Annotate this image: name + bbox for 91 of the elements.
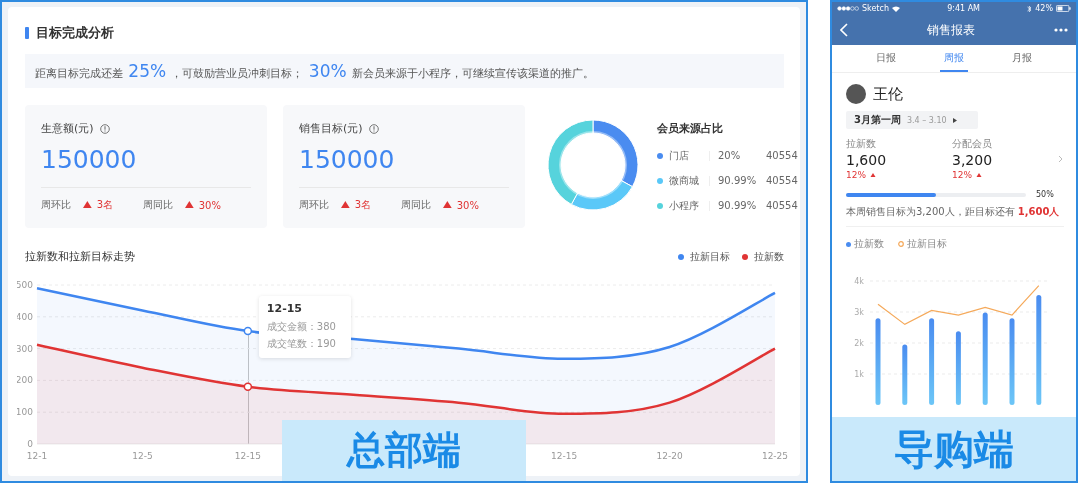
data-point (243, 326, 253, 336)
legend-item: 拉新目标 (678, 250, 730, 264)
tab[interactable]: 周报 (940, 45, 968, 72)
up-triangle-icon (443, 201, 452, 209)
y-axis-label: 400 (17, 311, 33, 322)
comparison-label: 周同比 (401, 198, 432, 212)
comparison-label: 周同比 (143, 198, 174, 212)
target-note: 本周销售目标为3,200人，距目标还有 1,600人 (846, 205, 1061, 218)
x-axis-label: 12-1 (26, 451, 48, 461)
x-axis-label: 12-15 (551, 451, 578, 461)
stat-label: 分配会员 (952, 137, 993, 151)
legend-count: 40554 (766, 200, 798, 211)
y-axis-label: 300 (17, 343, 33, 354)
y-axis-label: 100 (17, 407, 33, 418)
legend-title: 会员来源占比 (657, 120, 724, 136)
battery-icon (1056, 5, 1071, 12)
legend-percent: 90.99% (718, 175, 758, 186)
caret-icon (952, 117, 957, 123)
x-axis-label: 12-20 (656, 451, 683, 461)
more-icon[interactable] (1054, 28, 1068, 32)
stat-value: 1,600 (846, 152, 888, 168)
title-accent-bar (25, 27, 29, 39)
metric-label: 生意额(元) (41, 121, 94, 136)
y-axis-label: 0 (27, 439, 33, 449)
stat-change: 12% (846, 170, 866, 180)
wifi-icon (891, 5, 900, 12)
signal-icon (837, 6, 859, 11)
x-axis-label: 12-15 (234, 451, 261, 461)
period-label: 3月第一周 (854, 113, 901, 127)
legend-name: 微商城 (669, 173, 700, 188)
clock-text: 9:41 AM (947, 4, 981, 13)
tab[interactable]: 日报 (872, 45, 900, 72)
overlay-label: 总部端 (282, 420, 526, 481)
metric-label: 销售目标(元) (299, 121, 363, 136)
tooltip-line: 成交金额：380 (266, 320, 337, 334)
comparison-value: 30% (456, 199, 479, 211)
ring-icon (898, 241, 904, 247)
up-triangle-icon (870, 172, 876, 178)
user-name: 王伦 (873, 84, 903, 104)
up-triangle-icon (976, 172, 982, 178)
bluetooth-icon (1027, 4, 1033, 13)
metric-value: 150000 (299, 145, 396, 174)
period-range: 3.4 – 3.10 (906, 115, 947, 125)
legend-name: 门店 (669, 148, 690, 163)
metric-value: 150000 (41, 145, 138, 174)
dot-icon (846, 241, 851, 247)
summary-text: 距离目标完成还差 25% ，可鼓励营业员冲刺目标； 30% 新会员来源于小程序，可继续宣传该渠道的推广。 (35, 61, 594, 81)
legend-item: 拉新数 (846, 237, 884, 251)
legend-name: 小程序 (669, 198, 700, 213)
y-axis-label: 200 (17, 375, 33, 386)
legend-count: 40554 (766, 150, 798, 161)
bar (902, 344, 908, 405)
y-axis-label: 3k (854, 308, 864, 317)
legend-percent: 20% (718, 150, 742, 161)
stat-value: 3,200 (952, 152, 994, 168)
y-axis-label: 1k (854, 370, 864, 379)
comparison-label: 周环比 (41, 198, 71, 212)
x-axis-label: 12-25 (761, 451, 789, 461)
nav-title: 销售报表 (927, 21, 975, 39)
legend-percent: 90.99% (718, 200, 758, 211)
avatar (846, 84, 866, 104)
legend-item: 拉新数 (742, 250, 784, 264)
comparison-value: 30% (198, 199, 221, 211)
up-triangle-icon (83, 201, 92, 209)
progress-reading: 50% (1036, 190, 1054, 199)
y-axis-label: 500 (17, 280, 33, 290)
legend-count: 40554 (766, 175, 798, 186)
section-title: 目标完成分析 (36, 24, 114, 42)
carrier-text: Sketch (862, 4, 889, 13)
info-icon (368, 123, 379, 134)
up-triangle-icon (341, 201, 350, 209)
stat-change: 12% (952, 170, 972, 180)
battery-text: 42% (1035, 4, 1053, 13)
stat-label: 拉新数 (846, 137, 877, 151)
up-triangle-icon (185, 201, 194, 209)
tooltip-title: 12-15 (266, 302, 304, 315)
period-selector[interactable]: 3月第一周 3.4 – 3.10 (846, 111, 978, 129)
tooltip-line: 成交笔数：190 (266, 337, 337, 351)
overlay-label: 导购端 (832, 417, 1076, 481)
legend-item: 拉新目标 (898, 237, 947, 251)
y-axis-label: 2k (854, 339, 864, 348)
back-icon[interactable] (840, 23, 848, 37)
chart-title: 拉新数和拉新目标走势 (25, 250, 135, 264)
info-icon (99, 123, 110, 134)
comparison-label: 周环比 (299, 198, 329, 212)
data-point (243, 382, 253, 391)
comparison-value: 3名 (354, 198, 372, 212)
comparison-value: 3名 (96, 198, 114, 212)
y-axis-label: 4k (854, 277, 864, 286)
x-axis-label: 12-5 (132, 451, 153, 461)
tab[interactable]: 月报 (1008, 45, 1036, 72)
